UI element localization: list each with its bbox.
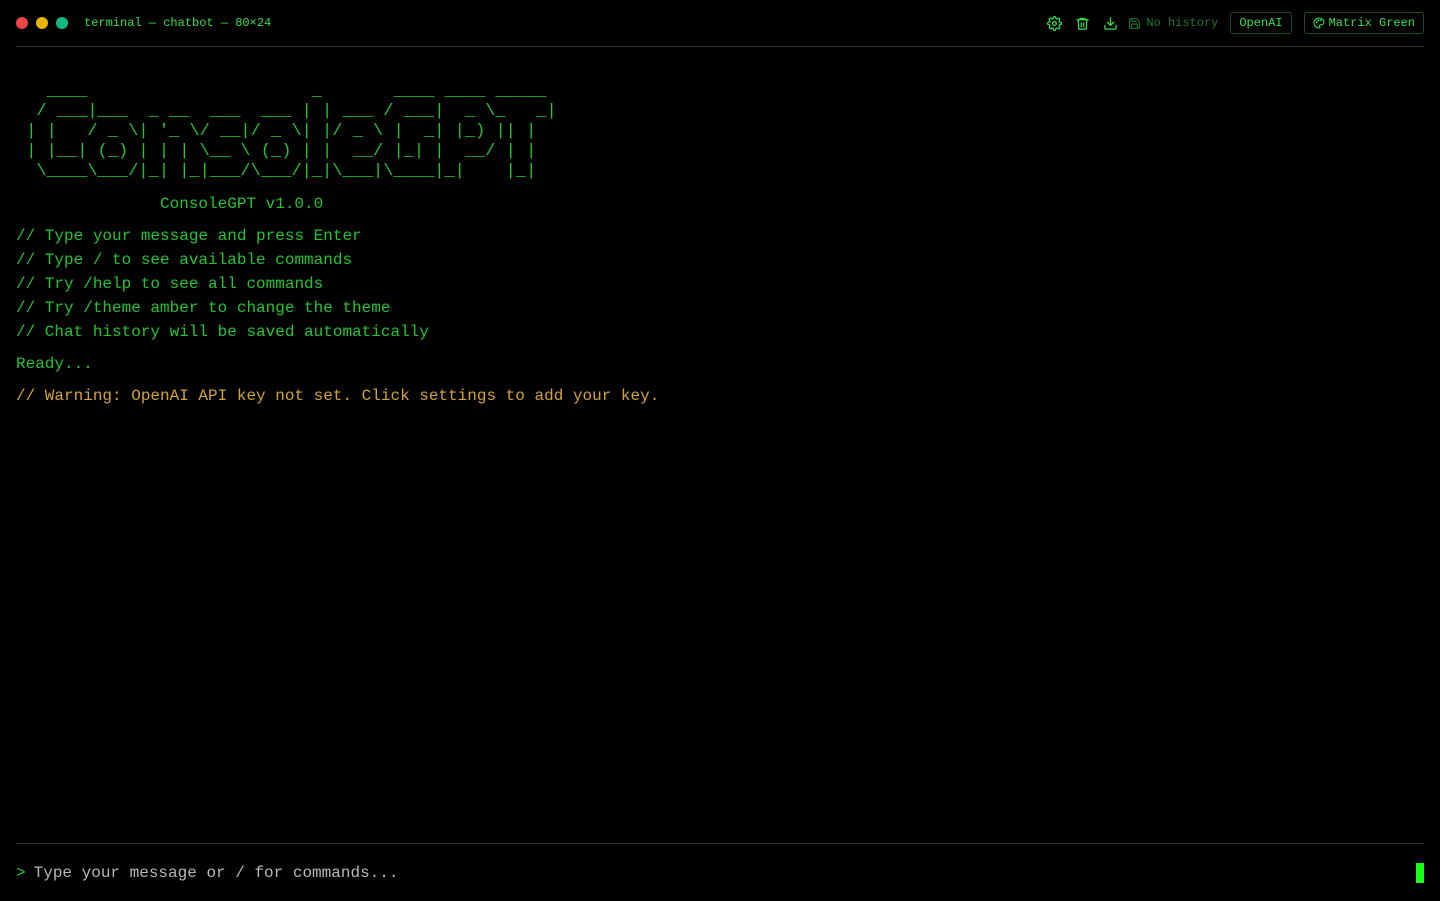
gear-icon	[1046, 15, 1062, 31]
theme-label: Matrix Green	[1328, 16, 1415, 30]
minimize-window-button[interactable]	[36, 17, 48, 29]
version-label: ConsoleGPT v1.0.0	[160, 195, 324, 213]
tip-line: // Type your message and press Enter	[16, 227, 362, 245]
download-icon	[1104, 16, 1117, 30]
input-bar: >	[16, 843, 1424, 901]
save-icon	[1129, 17, 1141, 29]
warning-message: // Warning: OpenAI API key not set. Clic…	[16, 387, 660, 405]
message-input[interactable]	[33, 863, 1416, 882]
download-button[interactable]	[1100, 13, 1120, 33]
tip-line: // Type / to see available commands	[16, 251, 353, 269]
theme-selector[interactable]: Matrix Green	[1303, 12, 1424, 34]
window-controls: terminal — chatbot — 80×24	[16, 16, 271, 30]
cursor-block	[1416, 862, 1424, 883]
close-window-button[interactable]	[16, 17, 28, 29]
provider-label: OpenAI	[1239, 16, 1283, 30]
title-bar: terminal — chatbot — 80×24 No history Op…	[16, 0, 1424, 47]
tip-line: // Chat history will be saved automatica…	[16, 323, 429, 341]
tip-line: // Try /help to see all commands	[16, 275, 324, 293]
settings-button[interactable]	[1044, 13, 1064, 33]
trash-icon	[1076, 17, 1089, 30]
status-line: Ready...	[16, 355, 93, 373]
terminal-output: ____ _ ____ ____ _____ / ___|___ _ __ __…	[16, 82, 1424, 408]
maximize-window-button[interactable]	[56, 17, 68, 29]
history-label: No history	[1146, 16, 1219, 30]
palette-icon	[1313, 17, 1325, 29]
history-status: No history	[1128, 16, 1218, 30]
tip-line: // Try /theme amber to change the theme	[16, 299, 391, 317]
window-title: terminal — chatbot — 80×24	[84, 16, 272, 30]
provider-selector[interactable]: OpenAI	[1230, 12, 1292, 34]
prompt-symbol: >	[16, 863, 26, 882]
clear-chat-button[interactable]	[1072, 13, 1092, 33]
tips-list: // Type your message and press Enter // …	[16, 224, 1424, 344]
ascii-logo: ____ _ ____ ____ _____ / ___|___ _ __ __…	[26, 82, 557, 181]
toolbar: No history OpenAI Matrix Green	[1044, 12, 1424, 34]
